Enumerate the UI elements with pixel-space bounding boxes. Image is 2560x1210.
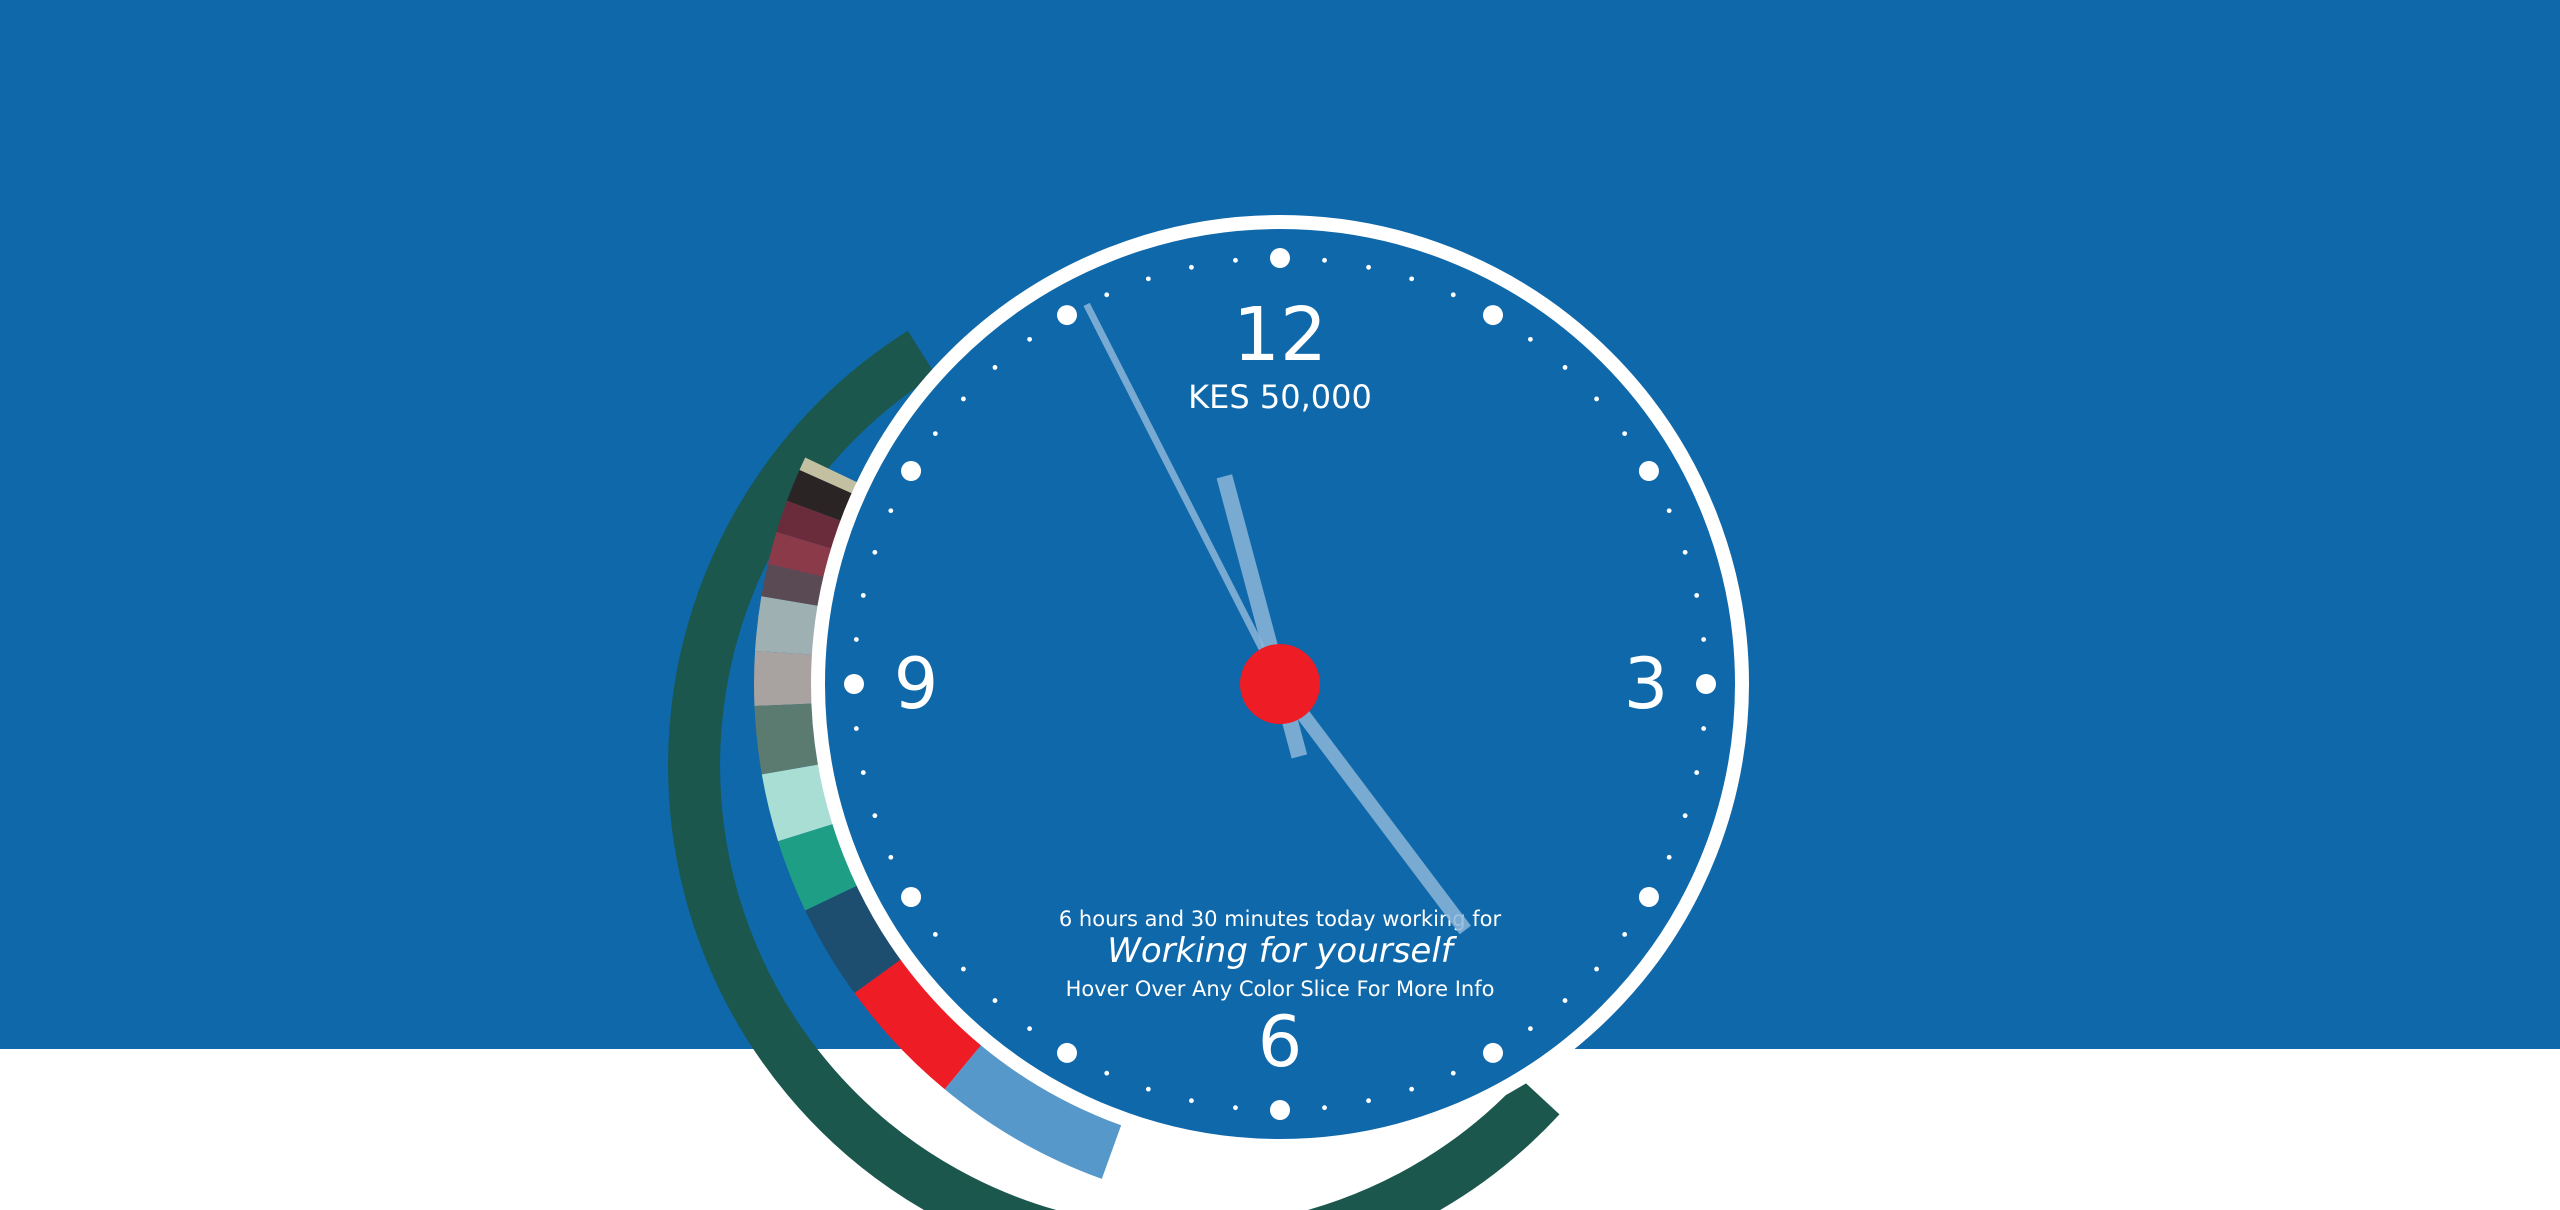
minute-tick (888, 508, 894, 514)
numeral-9: 9 (894, 643, 939, 725)
minute-tick (961, 966, 966, 972)
minute-tick (1189, 1098, 1194, 1104)
center-hub (1240, 644, 1320, 724)
minute-tick (1366, 1098, 1371, 1104)
hour-tick (1483, 1042, 1503, 1063)
minute-tick (1322, 257, 1327, 263)
minute-tick (992, 998, 998, 1003)
minute-tick (1666, 508, 1672, 514)
minute-tick (1189, 264, 1194, 270)
minute-tick (961, 396, 966, 402)
minute-tick (1622, 431, 1628, 437)
minute-tick (1409, 1086, 1415, 1092)
minute-tick (1233, 257, 1238, 263)
hour-tick (1270, 248, 1290, 268)
numeral-3: 3 (1624, 643, 1669, 725)
hour-tick (1638, 887, 1659, 907)
hover-hint: Hover Over Any Color Slice For More Info (1066, 977, 1495, 1001)
minute-tick (1666, 854, 1672, 860)
minute-tick (1594, 396, 1599, 402)
hour-tick (901, 887, 922, 907)
minute-tick (872, 549, 878, 555)
minute-tick (1562, 998, 1568, 1003)
minute-tick (853, 726, 859, 731)
minute-tick (1622, 931, 1628, 937)
minute-tick (1594, 966, 1599, 972)
minute-tick (1694, 593, 1700, 598)
color-slice-8[interactable] (754, 703, 821, 775)
minute-tick (1701, 726, 1707, 731)
minute-tick (1104, 292, 1110, 298)
clock-page: 12 3 6 9 KES 50,000 6 hours and 30 minut… (0, 0, 2560, 1210)
minute-tick (932, 431, 938, 437)
numeral-12: 12 (1233, 292, 1327, 378)
minute-tick (860, 770, 866, 775)
minute-tick (1145, 1086, 1151, 1092)
hour-tick (1638, 461, 1659, 481)
minute-tick (1409, 276, 1415, 282)
minute-tick (1694, 770, 1700, 775)
hour-tick (1696, 674, 1716, 694)
hour-tick (1270, 1100, 1290, 1120)
hour-tick (901, 461, 922, 481)
minute-tick (1233, 1105, 1238, 1111)
minute-tick (992, 365, 998, 370)
minute-tick (1527, 1026, 1533, 1032)
color-slice-7[interactable] (754, 650, 815, 707)
minute-tick (1527, 336, 1533, 342)
minute-tick (1450, 292, 1456, 298)
budget-amount: KES 50,000 (1188, 378, 1372, 416)
hour-tick (1057, 1042, 1077, 1063)
hour-tick (844, 674, 864, 694)
minute-tick (1701, 637, 1707, 642)
minute-tick (1145, 276, 1151, 282)
minute-tick (932, 931, 938, 937)
budget-clock: 12 3 6 9 KES 50,000 6 hours and 30 minut… (668, 215, 1749, 1210)
minute-tick (1682, 549, 1688, 555)
hour-tick (1057, 305, 1077, 326)
numeral-6: 6 (1258, 1001, 1303, 1083)
minute-tick (1104, 1070, 1110, 1076)
minute-tick (872, 813, 878, 819)
minute-tick (888, 854, 894, 860)
minute-tick (1366, 264, 1371, 270)
color-slice-6[interactable] (755, 596, 821, 655)
minute-tick (1450, 1070, 1456, 1076)
minute-tick (1322, 1105, 1327, 1111)
minute-tick (1027, 336, 1033, 342)
category-title: Working for yourself (1107, 931, 1458, 971)
duration-text: 6 hours and 30 minutes today working for (1059, 907, 1502, 931)
hour-tick (1483, 305, 1503, 326)
minute-tick (860, 593, 866, 598)
minute-tick (1562, 365, 1568, 370)
minute-tick (853, 637, 859, 642)
minute-tick (1027, 1026, 1033, 1032)
minute-tick (1682, 813, 1688, 819)
